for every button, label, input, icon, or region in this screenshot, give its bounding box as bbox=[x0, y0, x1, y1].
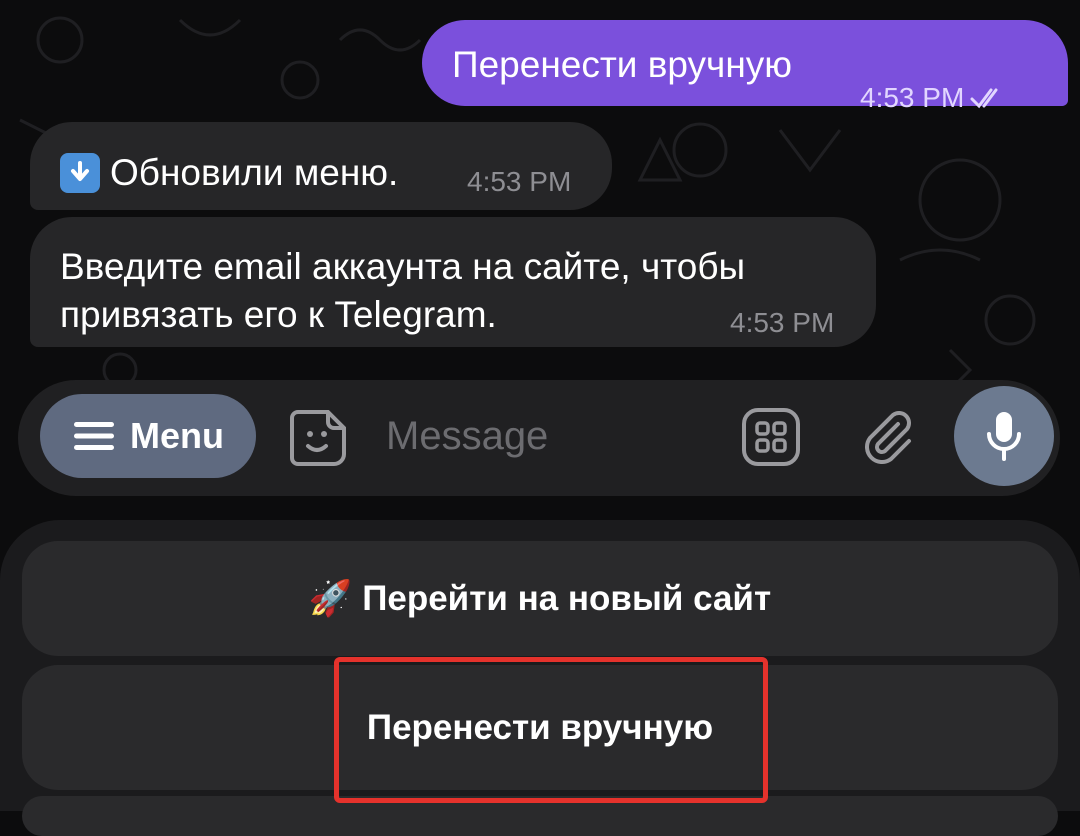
message-line: Введите email аккаунта на сайте, чтобы bbox=[60, 246, 746, 287]
message-time: 4:53 PM bbox=[467, 166, 572, 197]
bot-commands-icon[interactable] bbox=[740, 406, 802, 468]
incoming-message-bubble[interactable]: Введите email аккаунта на сайте, чтобы п… bbox=[30, 217, 876, 347]
bot-menu-button[interactable]: Menu bbox=[40, 394, 256, 478]
incoming-message-bubble[interactable]: Обновили меню. 4:53 PM bbox=[30, 122, 612, 210]
attach-icon[interactable] bbox=[856, 406, 918, 468]
menu-button-label: Menu bbox=[130, 415, 224, 456]
keyboard-button-new-site[interactable]: 🚀 Перейти на новый сайт bbox=[22, 541, 1058, 656]
sticker-icon[interactable] bbox=[286, 406, 350, 470]
rocket-icon: 🚀 bbox=[308, 579, 353, 618]
microphone-icon bbox=[987, 412, 1021, 461]
keyboard-button-text: Перейти на новый сайт bbox=[362, 579, 772, 618]
keyboard-button-partial[interactable] bbox=[22, 796, 1058, 836]
message-text: Перенести вручную bbox=[452, 44, 793, 85]
keyboard-button-label: 🚀 Перейти на новый сайт bbox=[309, 578, 771, 619]
message-time: 4:53 PM bbox=[860, 82, 965, 113]
hamburger-icon bbox=[74, 422, 114, 450]
keyboard-button-text: Перенести вручную bbox=[366, 707, 714, 747]
message-text: Обновили меню. bbox=[110, 152, 399, 193]
message-text-row: Обновили меню. bbox=[60, 152, 398, 194]
outgoing-message-bubble[interactable]: Перенести вручную 4:53 PM bbox=[422, 20, 1068, 113]
keyboard-button-transfer-manually[interactable]: Перенести вручную bbox=[22, 665, 1058, 790]
voice-record-button[interactable] bbox=[954, 386, 1054, 486]
message-input[interactable]: Message bbox=[386, 414, 548, 459]
message-time: 4:53 PM bbox=[730, 307, 835, 338]
message-meta: 4:53 PM bbox=[860, 82, 1006, 114]
down-arrow-emoji-icon bbox=[60, 153, 100, 193]
double-check-icon bbox=[970, 88, 998, 109]
